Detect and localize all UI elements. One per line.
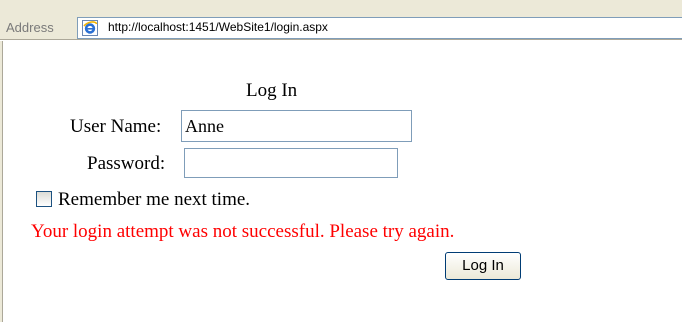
url-field[interactable]: http://localhost:1451/WebSite1/login.asp… bbox=[77, 17, 682, 39]
address-label: Address bbox=[6, 20, 54, 35]
address-bar: Address http://localhost:1451/WebSite1/l… bbox=[0, 0, 682, 40]
error-message: Your login attempt was not successful. P… bbox=[31, 221, 455, 242]
url-text: http://localhost:1451/WebSite1/login.asp… bbox=[108, 20, 328, 34]
page-content bbox=[0, 41, 682, 322]
password-label: Password: bbox=[87, 153, 166, 174]
internet-explorer-icon bbox=[82, 20, 98, 36]
login-button[interactable]: Log In bbox=[445, 252, 521, 280]
remember-me-label[interactable]: Remember me next time. bbox=[58, 189, 250, 211]
username-label: User Name: bbox=[70, 116, 162, 137]
username-input[interactable] bbox=[181, 110, 412, 142]
login-title: Log In bbox=[246, 80, 298, 101]
remember-me-checkbox[interactable] bbox=[36, 191, 52, 207]
password-input[interactable] bbox=[184, 148, 398, 178]
